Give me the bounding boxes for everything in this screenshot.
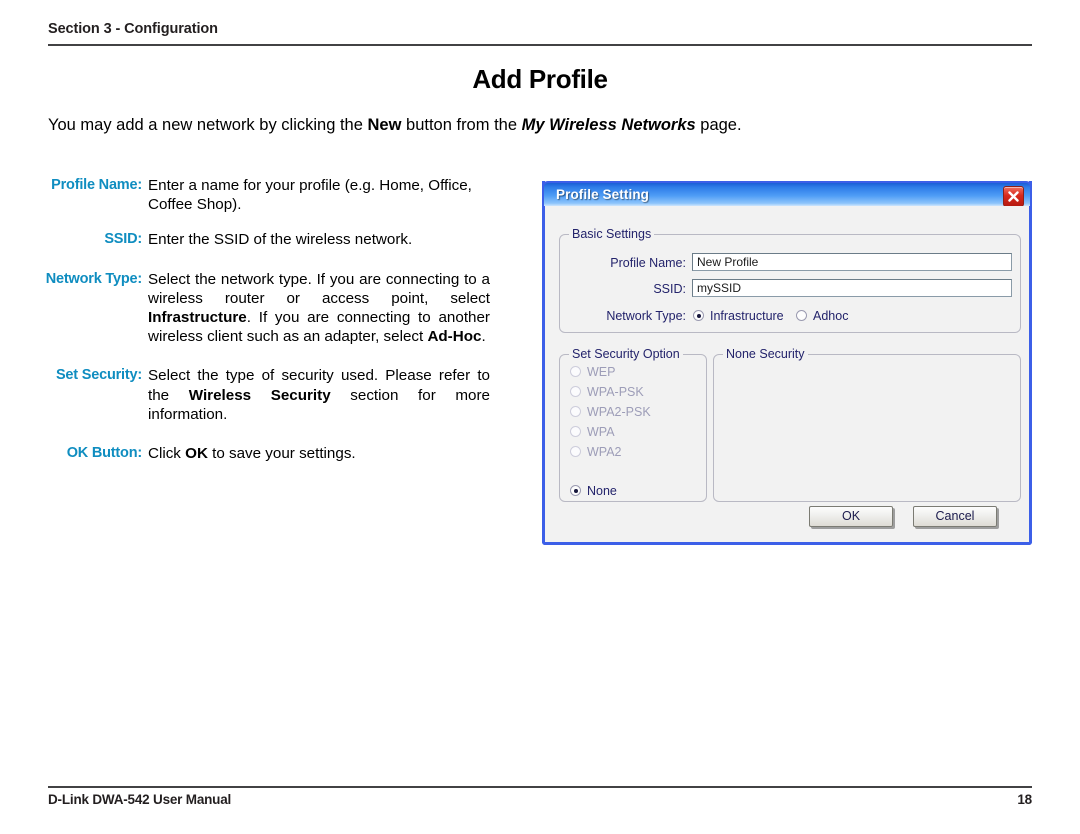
intro-paragraph: You may add a new network by clicking th… bbox=[48, 114, 1032, 136]
desc-bold-adhoc: Ad-Hoc bbox=[427, 328, 482, 346]
page-title: Add Profile bbox=[472, 64, 608, 94]
description-text: Select the type of security used. Please… bbox=[148, 366, 490, 424]
radio-adhoc[interactable]: Adhoc bbox=[796, 309, 848, 323]
cancel-button[interactable]: Cancel bbox=[913, 506, 997, 527]
dialog-titlebar[interactable]: Profile Setting bbox=[542, 181, 1032, 207]
profile-setting-dialog: Profile Setting Basic Settings Profile N… bbox=[542, 181, 1032, 545]
radio-wpa2[interactable]: WPA2 bbox=[570, 445, 622, 459]
description-term: Profile Name: bbox=[51, 177, 142, 193]
radio-label: WPA-PSK bbox=[587, 385, 644, 399]
description-term: SSID: bbox=[104, 231, 142, 248]
ssid-row: SSID: bbox=[560, 279, 1020, 299]
profile-name-input[interactable] bbox=[692, 253, 1012, 271]
radio-indicator bbox=[796, 310, 807, 321]
intro-text-3: page. bbox=[695, 116, 742, 134]
radio-label: Infrastructure bbox=[710, 309, 784, 323]
footer-divider bbox=[48, 786, 1032, 788]
desc-bold-infrastructure: Infrastructure bbox=[148, 309, 247, 327]
radio-infrastructure[interactable]: Infrastructure bbox=[693, 309, 784, 323]
intro-text-2: button from the bbox=[401, 116, 522, 134]
radio-indicator bbox=[570, 366, 581, 377]
set-security-option-legend: Set Security Option bbox=[569, 347, 683, 361]
profile-name-label: Profile Name: bbox=[610, 256, 686, 270]
radio-indicator bbox=[570, 426, 581, 437]
description-text: Enter a name for your profile (e.g. Home… bbox=[148, 177, 472, 214]
description-profile-name: Profile Name: Enter a name for your prof… bbox=[40, 176, 490, 214]
intro-italic-networks: My Wireless Networks bbox=[521, 116, 696, 134]
intro-bold-new: New bbox=[367, 116, 402, 134]
radio-wpa-psk[interactable]: WPA-PSK bbox=[570, 385, 644, 399]
section-label: Section 3 - Configuration bbox=[48, 21, 218, 37]
desc-seg: to save your settings. bbox=[207, 445, 356, 463]
description-text: Select the network type. If you are conn… bbox=[148, 270, 490, 347]
radio-wep[interactable]: WEP bbox=[570, 365, 615, 379]
network-type-label: Network Type: bbox=[606, 309, 686, 323]
network-type-row: Network Type: Infrastructure Adhoc bbox=[560, 306, 1020, 326]
desc-bold-ok: OK bbox=[185, 445, 208, 463]
description-term: Network Type: bbox=[45, 270, 142, 287]
desc-seg: Click bbox=[148, 445, 186, 463]
intro-text-1: You may add a new network by clicking th… bbox=[48, 116, 368, 134]
description-term: Set Security: bbox=[55, 367, 142, 384]
radio-label: WEP bbox=[587, 365, 616, 379]
radio-wpa[interactable]: WPA bbox=[570, 425, 615, 439]
description-network-type: Network Type: Select the network type. I… bbox=[40, 270, 490, 347]
basic-settings-group: Basic Settings Profile Name: SSID: Netwo… bbox=[559, 227, 1021, 333]
description-ok-button: OK Button: Click OK to save your setting… bbox=[40, 444, 490, 463]
footer-page-number: 18 bbox=[1017, 792, 1032, 807]
description-ssid: SSID: Enter the SSID of the wireless net… bbox=[40, 230, 490, 249]
basic-settings-legend: Basic Settings bbox=[569, 227, 655, 241]
desc-seg: Select the network type. If you are conn… bbox=[148, 270, 490, 307]
radio-label: WPA2-PSK bbox=[587, 405, 651, 419]
radio-label: WPA bbox=[587, 425, 615, 439]
radio-indicator bbox=[570, 446, 581, 457]
desc-seg: . bbox=[481, 328, 486, 346]
ssid-label: SSID: bbox=[653, 282, 686, 296]
ok-button[interactable]: OK bbox=[809, 506, 893, 527]
radio-none[interactable]: None bbox=[570, 484, 617, 498]
radio-label: Adhoc bbox=[813, 309, 849, 323]
set-security-option-group: Set Security Option WEP WPA-PSK WPA2-PSK… bbox=[559, 347, 707, 502]
dialog-title: Profile Setting bbox=[556, 187, 650, 202]
desc-bold-wireless-security: Wireless Security bbox=[188, 386, 331, 404]
description-text: Click OK to save your settings. bbox=[148, 444, 490, 463]
description-text: Enter the SSID of the wireless network. bbox=[148, 231, 413, 249]
profile-name-row: Profile Name: bbox=[560, 253, 1020, 273]
ssid-input[interactable] bbox=[692, 279, 1012, 297]
radio-label: None bbox=[587, 484, 617, 498]
security-detail-group: None Security bbox=[713, 347, 1021, 502]
radio-indicator bbox=[570, 485, 581, 496]
description-term: OK Button: bbox=[66, 445, 143, 462]
close-icon[interactable] bbox=[1003, 186, 1024, 207]
radio-indicator bbox=[570, 406, 581, 417]
radio-label: WPA2 bbox=[587, 445, 622, 459]
radio-wpa2-psk[interactable]: WPA2-PSK bbox=[570, 405, 651, 419]
description-list: Profile Name: Enter a name for your prof… bbox=[40, 176, 490, 479]
footer-manual-name: D-Link DWA-542 User Manual bbox=[48, 792, 232, 807]
description-set-security: Set Security: Select the type of securit… bbox=[40, 366, 490, 424]
radio-indicator bbox=[570, 386, 581, 397]
header-divider bbox=[48, 44, 1032, 46]
dialog-body: Basic Settings Profile Name: SSID: Netwo… bbox=[545, 206, 1029, 542]
radio-indicator bbox=[693, 310, 704, 321]
security-detail-legend: None Security bbox=[723, 347, 808, 361]
manual-page: Section 3 - Configuration Add Profile Yo… bbox=[0, 0, 1080, 834]
